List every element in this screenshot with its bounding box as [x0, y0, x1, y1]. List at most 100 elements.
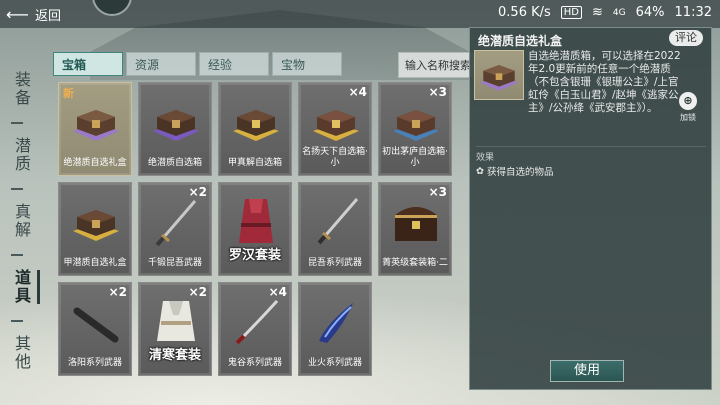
item-slot[interactable]: ×4 鬼谷系列武器 [218, 282, 292, 376]
gift-box-icon [479, 65, 519, 91]
item-name: 菁英级套装箱·二 [382, 258, 448, 268]
filter-tab-chest[interactable]: 宝箱 [53, 52, 123, 76]
back-button[interactable]: ⟵ 返回 [6, 3, 86, 25]
staff-icon [73, 307, 119, 343]
item-slot[interactable]: ×2 千锻昆吾武器 [138, 182, 212, 276]
item-quantity: ×4 [348, 85, 367, 99]
item-name: 千锻昆吾武器 [147, 258, 202, 268]
blue-chest-icon [393, 110, 439, 141]
gold-chest-icon [233, 110, 279, 141]
blade-icon [319, 303, 353, 343]
clock-time: 11:32 [674, 5, 712, 20]
effect-label: 效果 [476, 153, 495, 163]
filter-tab-label: 宝箱 [62, 57, 87, 72]
item-name: 甲潜质自选礼盒 [63, 258, 127, 268]
side-tab-equipment[interactable]: 装备 [8, 58, 34, 120]
item-slot[interactable]: 甲潜质自选礼盒 [58, 182, 132, 276]
tab-divider [11, 320, 23, 322]
white-robe-outfit-icon [157, 301, 195, 341]
item-name: 业火系列武器 [307, 358, 362, 368]
item-name: 清寒套装 [148, 348, 201, 363]
side-tab-potential[interactable]: 潜质 [8, 122, 34, 186]
filter-tab-label: 经验 [208, 57, 233, 72]
detail-title: 绝潜质自选礼盒 [478, 34, 563, 48]
use-button[interactable]: 使用 [550, 360, 624, 382]
item-slot[interactable]: ×3 初出茅庐自选箱·小 [378, 82, 452, 176]
back-arrow-icon: ⟵ [6, 4, 29, 24]
item-quantity: ×3 [428, 185, 447, 199]
item-name: 名扬天下自选箱·小 [302, 147, 368, 168]
item-quantity: ×3 [428, 85, 447, 99]
lock-icon: ⊕ [679, 92, 697, 110]
tab-divider [11, 122, 23, 124]
item-slot[interactable]: 绝潜质自选箱 [138, 82, 212, 176]
filter-tab-bar: 宝箱 资源 经验 宝物 [53, 52, 506, 78]
item-quantity: ×2 [188, 185, 207, 199]
category-side-tabs: 装备 潜质 真解 道具 其他 [8, 58, 40, 388]
new-badge: 新 [63, 87, 74, 100]
item-quantity: ×2 [108, 285, 127, 299]
gold-chest-icon [313, 110, 359, 141]
effect-line: ✿ 获得自选的物品 [476, 146, 706, 178]
sword-icon [317, 198, 359, 245]
gold-gift-box-icon [73, 210, 119, 241]
detail-description: 自选绝潜质箱，可以选择在2022年2.0更新前的任意一个绝潜质（不包含银珊《银珊… [528, 50, 681, 114]
purple-chest-icon [153, 110, 199, 141]
filter-tab-label: 资源 [135, 57, 160, 72]
item-slot[interactable]: 罗汉套装 [218, 182, 292, 276]
signal-label: 4G [612, 7, 626, 18]
filter-tab-experience[interactable]: 经验 [199, 52, 269, 76]
item-slot[interactable]: ×2 洛阳系列武器 [58, 282, 132, 376]
item-quantity: ×4 [268, 285, 287, 299]
tab-divider [11, 254, 23, 256]
item-name: 绝潜质自选礼盒 [63, 158, 127, 168]
gift-box-icon [73, 110, 119, 141]
item-slot[interactable]: 甲真解自选箱 [218, 82, 292, 176]
side-tab-label: 装备 [12, 71, 31, 107]
side-tab-true-solution[interactable]: 真解 [8, 188, 34, 252]
add-lock-button[interactable]: ⊕ 加锁 [675, 92, 701, 123]
item-slot[interactable]: 昆吾系列武器 [298, 182, 372, 276]
item-grid: 新 绝潜质自选礼盒 绝潜质自选箱 甲真解自选箱 ×4 名扬天下自选箱·小 ×3 … [58, 82, 458, 382]
item-name: 初出茅庐自选箱·小 [382, 147, 448, 168]
item-slot[interactable]: ×3 菁英级套装箱·二 [378, 182, 452, 276]
side-tab-label: 道具 [12, 269, 31, 305]
item-name: 洛阳系列武器 [67, 358, 122, 368]
battery-level: 64% [635, 5, 665, 20]
comment-button[interactable]: 评论 [669, 30, 703, 46]
item-slot[interactable]: 业火系列武器 [298, 282, 372, 376]
add-lock-label: 加锁 [680, 113, 696, 122]
sword-icon [155, 200, 197, 247]
item-name: 甲真解自选箱 [227, 158, 282, 168]
item-quantity: ×2 [188, 285, 207, 299]
game-emblem-icon[interactable] [92, 0, 132, 16]
side-tab-label: 潜质 [12, 137, 31, 173]
item-name: 罗汉套装 [228, 248, 281, 263]
tab-divider [11, 188, 23, 190]
filter-tab-label: 宝物 [281, 57, 306, 72]
filter-tab-treasure[interactable]: 宝物 [272, 52, 342, 76]
detail-item-icon [474, 50, 524, 100]
effect-bullet-icon: ✿ [476, 165, 484, 177]
top-status-bar: ⟵ 返回 0.56 K/s HD ≋ 4G 64% 11:32 [0, 0, 720, 28]
effect-divider [476, 146, 706, 147]
item-slot[interactable]: 新 绝潜质自选礼盒 [58, 82, 132, 176]
back-label: 返回 [34, 8, 61, 24]
item-name: 昆吾系列武器 [307, 258, 362, 268]
item-slot[interactable]: ×2 清寒套装 [138, 282, 212, 376]
item-name: 鬼谷系列武器 [227, 358, 282, 368]
effect-text: 获得自选的物品 [486, 167, 554, 178]
network-speed: 0.56 K/s [498, 5, 551, 20]
treasure-chest-icon [395, 207, 437, 241]
hd-badge: HD [560, 6, 583, 19]
side-tab-label: 真解 [12, 203, 31, 239]
side-tab-other[interactable]: 其他 [8, 320, 34, 384]
side-tab-label: 其他 [12, 335, 31, 371]
filter-tab-resources[interactable]: 资源 [126, 52, 196, 76]
katana-icon [235, 299, 279, 345]
robe-outfit-icon [239, 199, 273, 243]
item-detail-panel: 绝潜质自选礼盒 评论 自选绝潜质箱，可以选择在2022年2.0更新前的任意一个绝… [469, 27, 712, 390]
item-slot[interactable]: ×4 名扬天下自选箱·小 [298, 82, 372, 176]
item-name: 绝潜质自选箱 [147, 158, 202, 168]
side-tab-items[interactable]: 道具 [8, 254, 40, 318]
